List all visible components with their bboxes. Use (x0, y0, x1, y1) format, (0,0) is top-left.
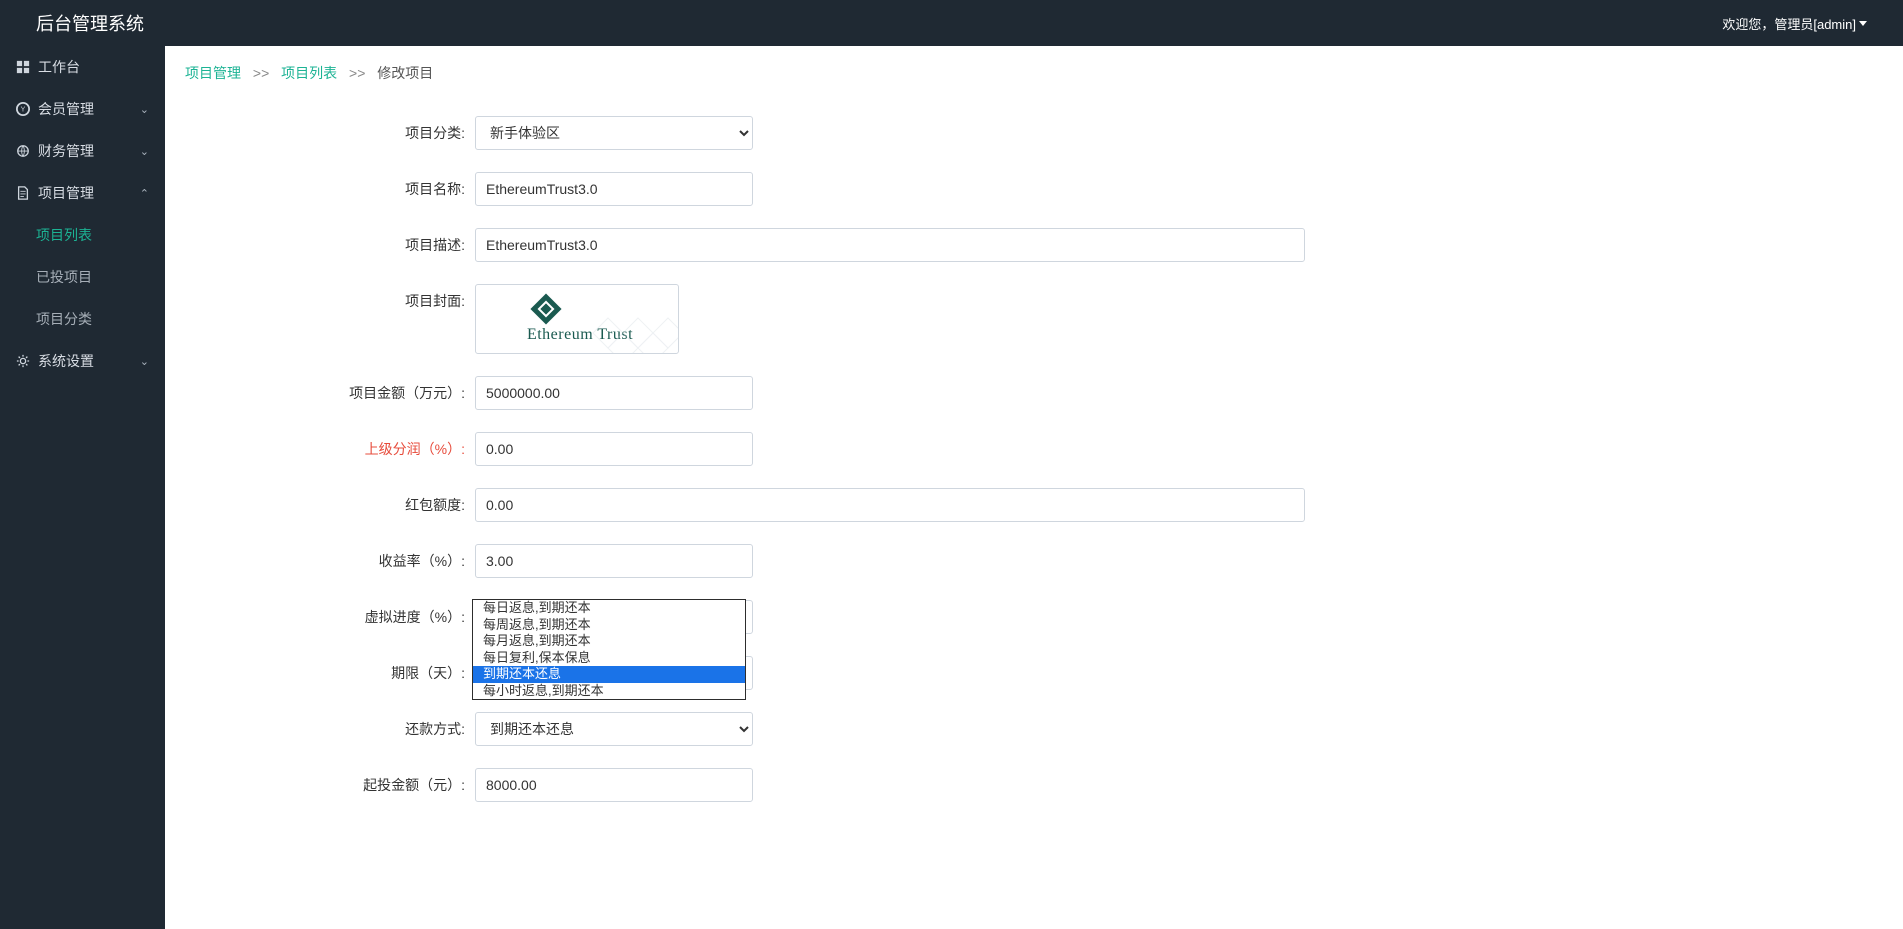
name-input[interactable] (475, 172, 753, 206)
member-icon: Y (16, 102, 30, 116)
breadcrumb-l2[interactable]: 项目列表 (281, 65, 337, 81)
app-header: 后台管理系统 欢迎您，管理员[admin] (0, 0, 1903, 46)
dashboard-icon (16, 60, 30, 74)
breadcrumb-l1[interactable]: 项目管理 (185, 65, 241, 81)
breadcrumb-sep: >> (253, 65, 269, 81)
label-amount: 项目金额（万元）: (185, 376, 475, 403)
breadcrumb: 项目管理 >> 项目列表 >> 修改项目 (165, 46, 1903, 100)
label-category: 项目分类: (185, 116, 475, 143)
sidebar-item-dashboard[interactable]: 工作台 (0, 46, 165, 88)
repay-select-dropdown: 每日返息,到期还本 每周返息,到期还本 每月返息,到期还本 每日复利,保本保息 … (472, 599, 746, 700)
sidebar-item-invested[interactable]: 已投项目 (0, 256, 165, 298)
label-virtual-progress: 虚拟进度（%）: (185, 600, 475, 627)
category-select[interactable]: 新手体验区 (475, 116, 753, 150)
welcome-text: 欢迎您，管理员[admin] (1722, 14, 1856, 33)
label-cover: 项目封面: (185, 284, 475, 311)
cover-upload[interactable]: Ethereum Trust (475, 284, 679, 354)
dropdown-option[interactable]: 每日复利,保本保息 (473, 650, 745, 667)
repay-select[interactable]: 到期还本还息 (475, 712, 753, 746)
label-yield: 收益率（%）: (185, 544, 475, 571)
globe-icon (16, 144, 30, 158)
label-commission: 上级分润（%）: (185, 432, 475, 459)
svg-text:Y: Y (21, 107, 26, 114)
sidebar-item-projects[interactable]: 项目管理 ⌃ (0, 172, 165, 214)
chevron-down-icon (1859, 21, 1867, 26)
sidebar-item-categories[interactable]: 项目分类 (0, 298, 165, 340)
chevron-up-icon: ⌃ (140, 187, 149, 200)
min-invest-input[interactable] (475, 768, 753, 802)
sidebar-submenu-projects: 项目列表 已投项目 项目分类 (0, 214, 165, 340)
dropdown-option[interactable]: 每月返息,到期还本 (473, 633, 745, 650)
app-title: 后台管理系统 (36, 10, 144, 36)
chevron-down-icon: ⌄ (140, 355, 149, 368)
label-name: 项目名称: (185, 172, 475, 199)
sidebar-item-settings[interactable]: 系统设置 ⌄ (0, 340, 165, 382)
chevron-down-icon: ⌄ (140, 103, 149, 116)
envelope-input[interactable] (475, 488, 1305, 522)
document-icon (16, 186, 30, 200)
gear-icon (16, 354, 30, 368)
yield-input[interactable] (475, 544, 753, 578)
chevron-down-icon: ⌄ (140, 145, 149, 158)
project-form: 项目分类: 新手体验区 项目名称: 项目描述: (165, 100, 1903, 840)
sidebar-item-label: 财务管理 (38, 141, 140, 161)
label-desc: 项目描述: (185, 228, 475, 255)
sidebar: 工作台 Y 会员管理 ⌄ 财务管理 ⌄ 项目管理 ⌃ 项目列表 已投项目 (0, 46, 165, 929)
desc-input[interactable] (475, 228, 1305, 262)
dropdown-option[interactable]: 到期还本还息 (473, 666, 745, 683)
amount-input[interactable] (475, 376, 753, 410)
sidebar-item-label: 项目管理 (38, 183, 140, 203)
commission-input[interactable] (475, 432, 753, 466)
main-content: 项目管理 >> 项目列表 >> 修改项目 项目分类: 新手体验区 项目名称: (165, 46, 1903, 929)
breadcrumb-current: 修改项目 (377, 65, 433, 81)
sidebar-item-label: 工作台 (38, 57, 149, 77)
sidebar-item-finance[interactable]: 财务管理 ⌄ (0, 130, 165, 172)
dropdown-option[interactable]: 每日返息,到期还本 (473, 600, 745, 617)
sidebar-item-project-list[interactable]: 项目列表 (0, 214, 165, 256)
label-min-invest: 起投金额（元）: (185, 768, 475, 795)
sidebar-item-label: 会员管理 (38, 99, 140, 119)
label-period: 期限（天）: (185, 656, 475, 683)
breadcrumb-sep: >> (349, 65, 365, 81)
label-repay: 还款方式: (185, 712, 475, 739)
dropdown-option[interactable]: 每小时返息,到期还本 (473, 683, 745, 700)
dropdown-option[interactable]: 每周返息,到期还本 (473, 617, 745, 634)
sidebar-item-members[interactable]: Y 会员管理 ⌄ (0, 88, 165, 130)
sidebar-item-label: 系统设置 (38, 351, 140, 371)
label-envelope: 红包额度: (185, 488, 475, 515)
user-menu[interactable]: 欢迎您，管理员[admin] (1722, 14, 1867, 33)
